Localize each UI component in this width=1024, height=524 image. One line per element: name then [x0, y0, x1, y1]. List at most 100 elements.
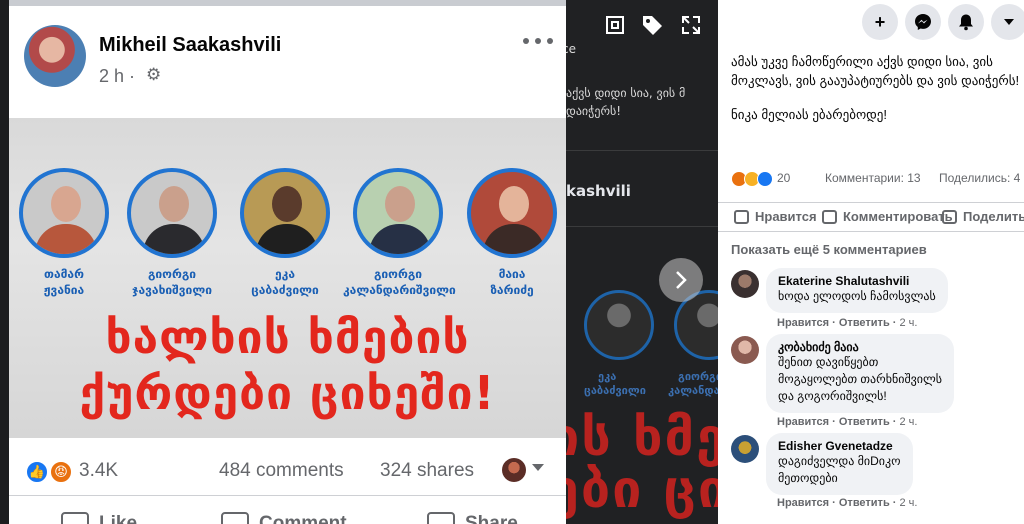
comment-button[interactable]: Comment [221, 512, 347, 524]
plus-icon: + [874, 11, 886, 32]
bg-text-fragment: აქვს დიდი სია, ვის მ [566, 86, 686, 100]
shares-count[interactable]: 324 shares [380, 460, 474, 482]
chevron-down-icon[interactable] [532, 464, 544, 471]
comments-panel: + ამას უკვე ჩამოწერილი აქვს დიდი სია, ვი… [718, 0, 1024, 524]
comment-bubble: Ekaterine Shalutashvili ხოდა ელოდოს ჩამო… [766, 268, 948, 313]
share-button[interactable]: Поделиться [942, 209, 1024, 224]
fullscreen-icon[interactable] [676, 10, 706, 40]
bg-person-photo [584, 290, 654, 360]
person-photo [240, 168, 330, 258]
bg-person-name: ეკა [598, 370, 617, 383]
angry-reaction-icon[interactable]: 😡 [49, 460, 73, 484]
comment-label: Комментировать [843, 209, 953, 224]
avatar[interactable] [502, 458, 526, 482]
account-menu-button[interactable] [991, 4, 1024, 40]
comment-button[interactable]: Комментировать [822, 209, 953, 224]
comment-item: Ekaterine Shalutashvili ხოდა ელოდოს ჩამო… [731, 268, 1024, 332]
slogan-line: ხალხის ხმების [105, 310, 470, 364]
comment-author[interactable]: კობახიძე მაია [778, 340, 942, 354]
comment-icon [822, 209, 837, 224]
create-button[interactable]: + [862, 4, 898, 40]
dot-icon [547, 38, 553, 44]
post-actions: Like Comment Share [9, 506, 566, 524]
comment-author[interactable]: Edisher Gvenetadze [778, 439, 901, 453]
like-reaction-icon[interactable] [757, 171, 773, 187]
like-label: Нравится [755, 209, 817, 224]
post-image[interactable]: თამარ ჟვანია გიორგი ჯავახიშვილი ეკა ცაბა… [9, 118, 566, 438]
tag-frame-icon[interactable] [600, 10, 630, 40]
comment-reply-link[interactable]: Ответить [839, 416, 890, 428]
like-icon [61, 512, 89, 524]
bg-author-name: kashvili [566, 182, 631, 200]
like-button[interactable]: Нравится [734, 209, 817, 224]
comment-text: ხოდა ელოდოს ჩამოსვლას [778, 289, 936, 303]
comment-time[interactable]: 2 ч. [900, 416, 918, 428]
chevron-right-icon [676, 271, 687, 289]
avatar[interactable] [731, 435, 759, 463]
person-name: გიორგი კალანდარიშვილი [343, 267, 456, 297]
caret-down-icon [1004, 19, 1014, 25]
gear-icon[interactable]: ⚙ [146, 66, 164, 84]
dot-icon [535, 38, 541, 44]
comment-bubble: Edisher Gvenetadze დაგიძველდა მიDიკო მეთ… [766, 433, 913, 495]
next-photo-button[interactable] [659, 258, 703, 302]
comment-time[interactable]: 2 ч. [900, 317, 918, 329]
tag-icon[interactable] [637, 10, 667, 40]
reaction-count[interactable]: 3.4K [79, 460, 118, 482]
person-card: მაია ზარიძე [457, 168, 566, 298]
messenger-button[interactable] [905, 4, 941, 40]
avatar[interactable] [731, 336, 759, 364]
person-name: ეკა ცაბაძვილი [251, 267, 319, 297]
notifications-button[interactable] [948, 4, 984, 40]
person-name: თამარ ჟვანია [43, 267, 85, 297]
comment-label: Comment [259, 513, 347, 524]
comment-meta: Нравится · Ответить · 2 ч. [777, 497, 918, 509]
comments-count[interactable]: 484 comments [219, 460, 344, 482]
panel-actions: Нравится Комментировать Поделиться [718, 202, 1024, 232]
post-text-paragraph: ამას უკვე ჩამოწერილი აქვს დიდი სია, ვის … [731, 54, 1020, 88]
like-reaction-icon[interactable]: 👍 [25, 460, 49, 484]
bg-slogan: ის ხმე [562, 408, 718, 468]
dot-icon [523, 38, 529, 44]
like-label: Like [99, 513, 138, 524]
comment-reply-link[interactable]: Ответить [839, 497, 890, 509]
more-options-button[interactable] [523, 31, 553, 51]
bg-person-name: კალანდარიშვილი [668, 384, 718, 397]
photo-viewer: ce აქვს დიდი სია, ვის მ დაიჭერს! kashvil… [0, 0, 718, 524]
post-time[interactable]: 2 h · [99, 66, 135, 87]
person-card: გიორგი ჯავახიშვილი [117, 168, 227, 298]
avatar[interactable] [731, 270, 759, 298]
bell-icon [959, 14, 973, 31]
bg-person-name: გიორგი [678, 370, 718, 383]
reaction-count[interactable]: 20 [777, 171, 790, 185]
share-button[interactable]: Share [427, 512, 518, 524]
panel-toolbar: + [718, 0, 1024, 48]
share-label: Share [465, 513, 518, 524]
divider [562, 226, 718, 227]
shares-count[interactable]: Поделились: 4 [939, 171, 1020, 185]
panel-stats: 20 Комментарии: 13 Поделились: 4 [731, 170, 1024, 190]
person-card: ეკა ცაბაძვილი [230, 168, 340, 298]
comment-item: Edisher Gvenetadze დაგიძველდა მიDიკო მეთ… [731, 433, 1024, 513]
comment-bubble: კობახიძე მაია შენით დავიწყებთ მოგაყოლებთ… [766, 334, 955, 413]
bg-slogan: ები ციხ [562, 460, 718, 520]
author-avatar[interactable] [24, 25, 86, 87]
comment-like-link[interactable]: Нравится [777, 497, 829, 509]
person-photo [353, 168, 443, 258]
comment-time[interactable]: 2 ч. [900, 497, 918, 509]
show-more-comments-link[interactable]: Показать ещё 5 комментариев [731, 242, 927, 257]
comment-author[interactable]: Ekaterine Shalutashvili [778, 274, 936, 288]
comment-like-link[interactable]: Нравится [777, 317, 829, 329]
comments-count[interactable]: Комментарии: 13 [825, 171, 921, 185]
person-photo [467, 168, 557, 258]
comment-reply-link[interactable]: Ответить [839, 317, 890, 329]
post-text-paragraph: ნიკა მელიას ებარებოდე! [731, 107, 888, 122]
comment-item: კობახიძე მაია შენით დავიწყებთ მოგაყოლებთ… [731, 334, 1024, 430]
comment-icon [221, 512, 249, 524]
person-photo [19, 168, 109, 258]
author-name[interactable]: Mikheil Saakashvili [99, 34, 281, 57]
post-stats: 👍 😡 3.4K 484 comments 324 shares [9, 446, 566, 496]
person-card: გიორგი კალანდარიშვილი [343, 168, 456, 298]
comment-like-link[interactable]: Нравится [777, 416, 829, 428]
like-button[interactable]: Like [61, 512, 137, 524]
